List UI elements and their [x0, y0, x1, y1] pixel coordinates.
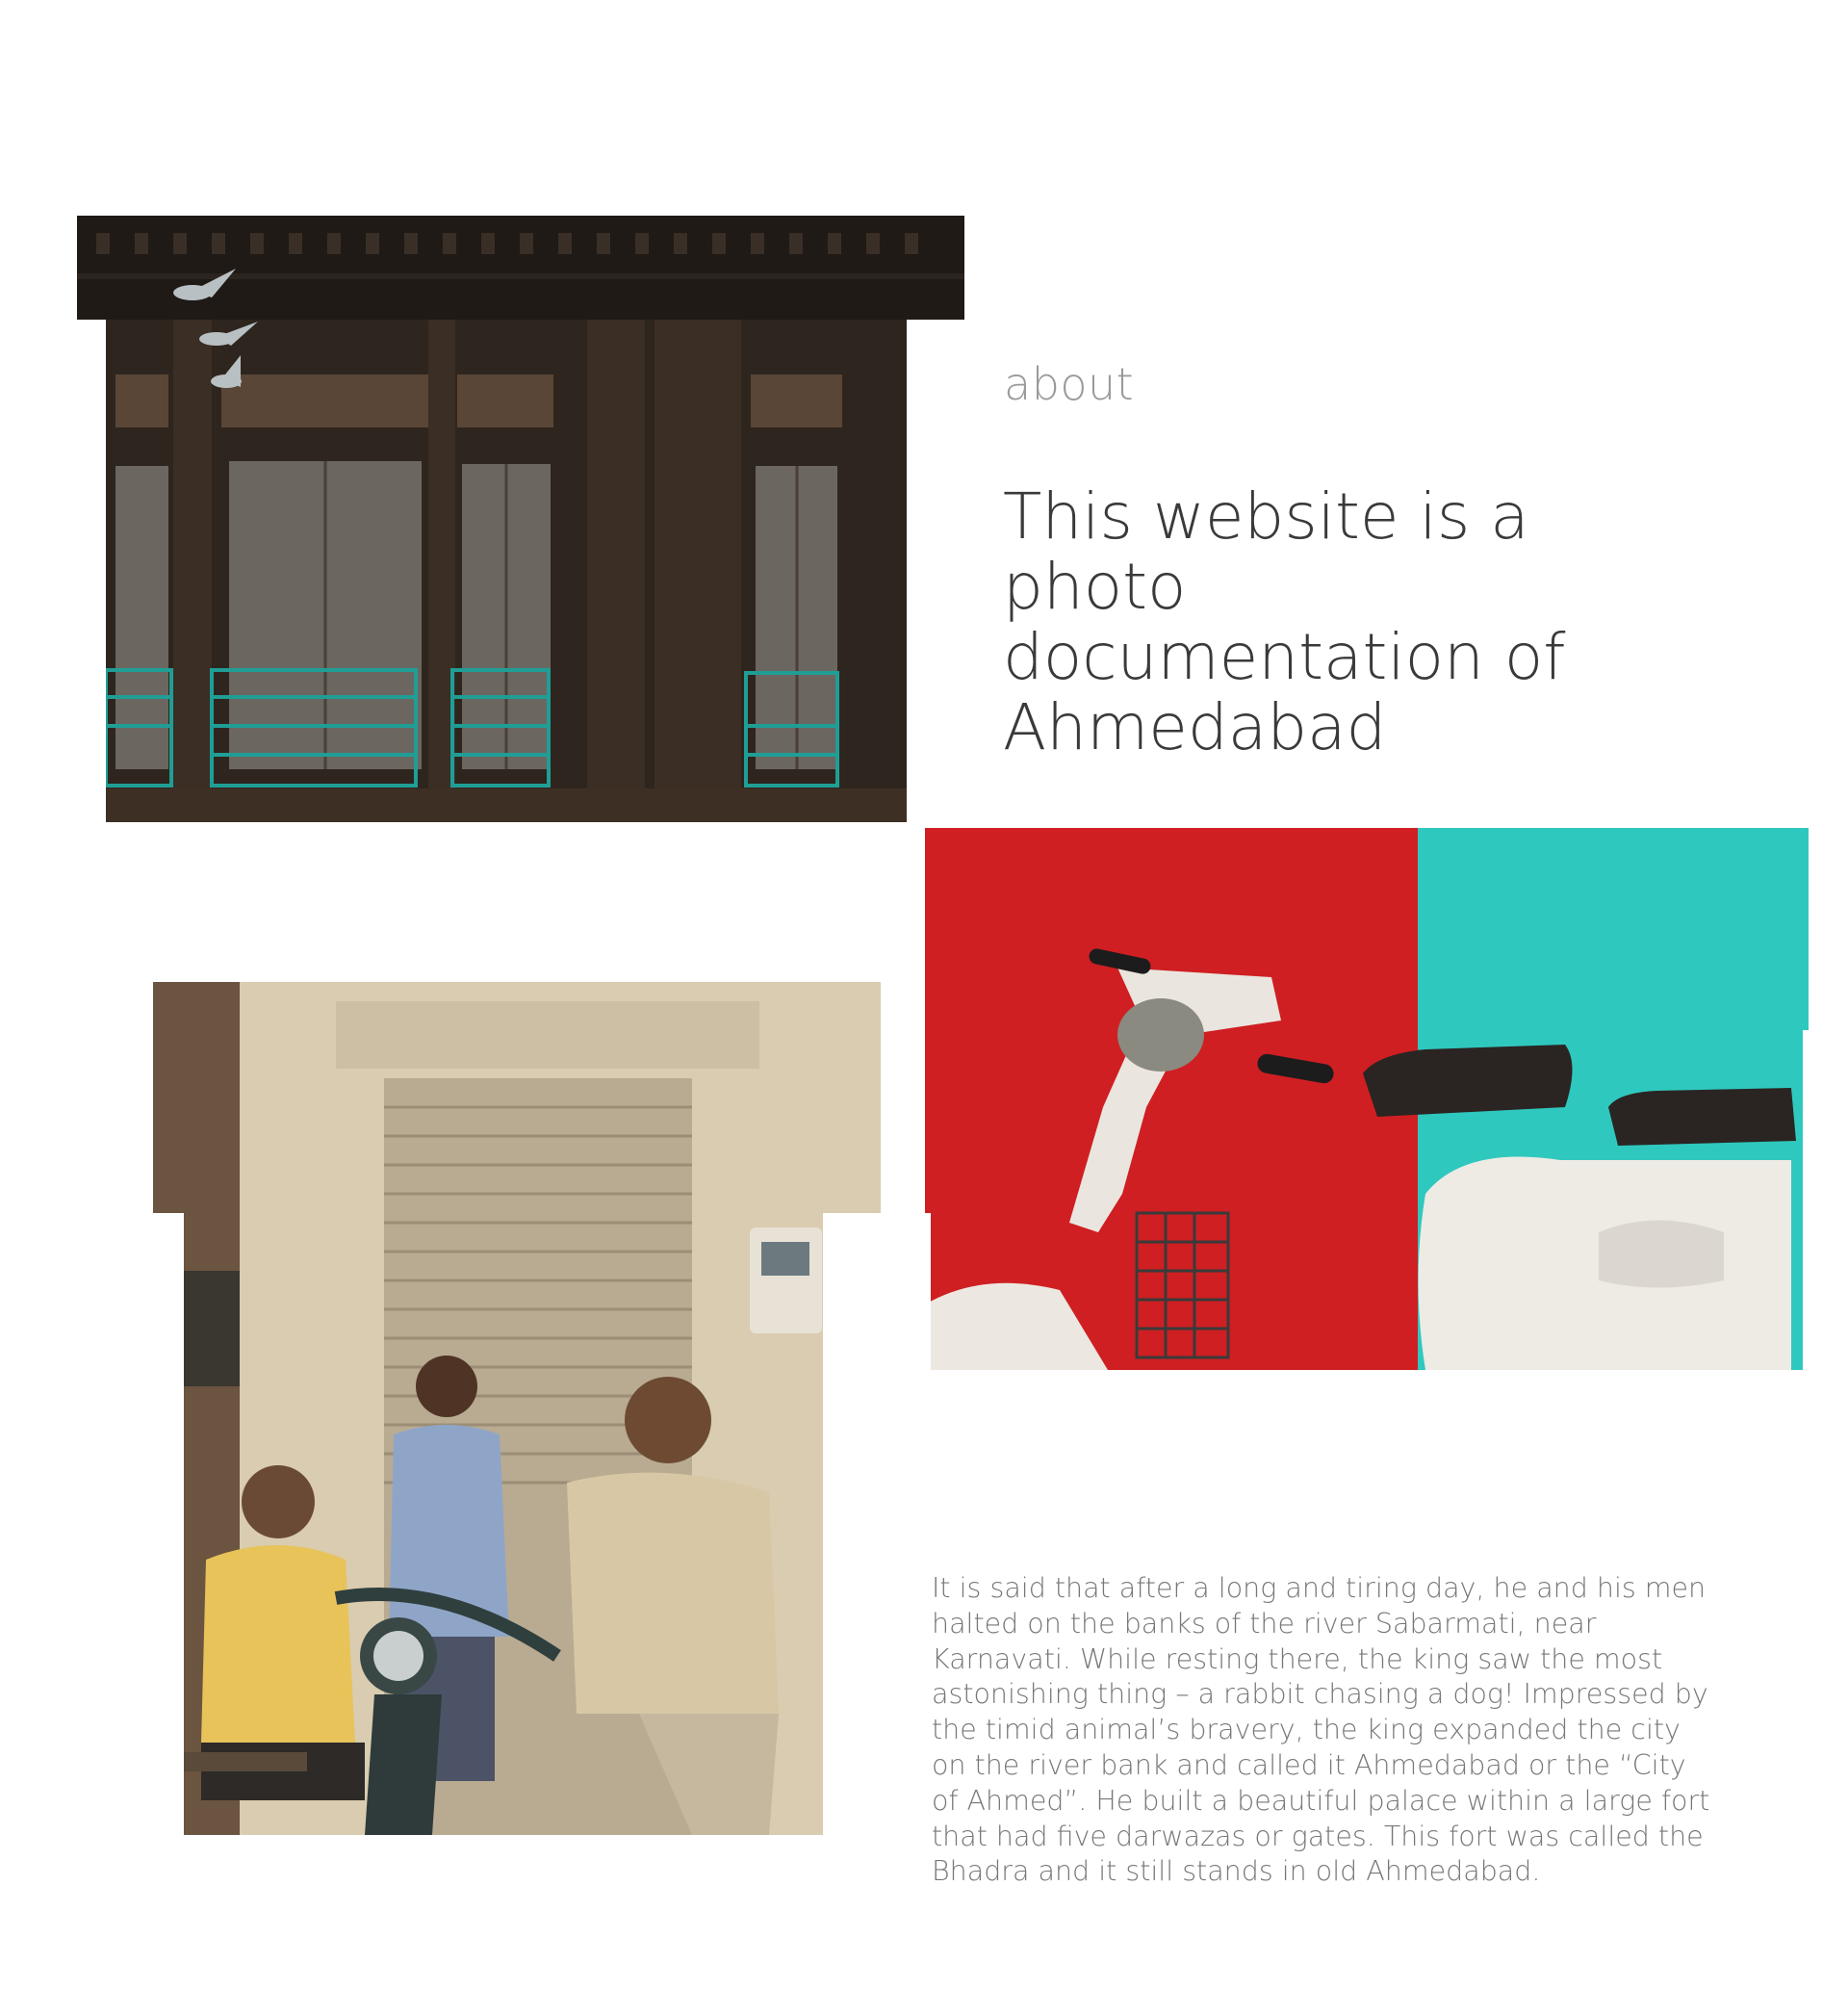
- history-paragraph: It is said that after a long and tiring …: [932, 1572, 1710, 1888]
- page-headline: This website is a photo documentation of…: [1003, 479, 1566, 764]
- carved-wooden-facade-photo-icon: [77, 216, 964, 822]
- scooter-red-teal-wall-photo-icon: [925, 828, 1809, 1370]
- men-by-shutter-photo-icon: [153, 982, 881, 1835]
- section-label: about: [1004, 358, 1135, 410]
- men-photo: [153, 982, 881, 1835]
- scooter-photo: [925, 828, 1809, 1370]
- facade-photo: [77, 216, 964, 822]
